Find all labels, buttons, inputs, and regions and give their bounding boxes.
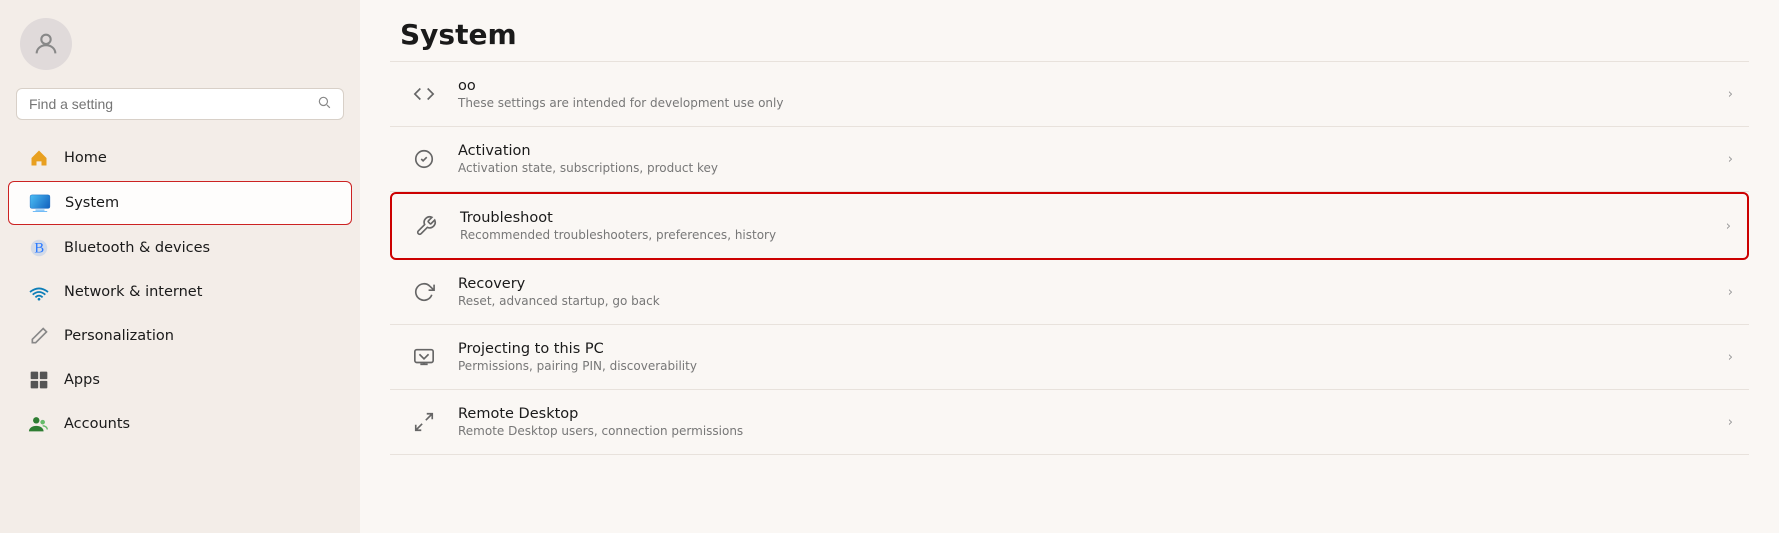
search-icon (317, 95, 331, 113)
sidebar-item-apps[interactable]: Apps (8, 359, 352, 401)
item-text-developer: oo These settings are intended for devel… (458, 78, 1712, 110)
chevron-icon-activation: › (1728, 152, 1733, 167)
settings-item-projecting[interactable]: Projecting to this PC Permissions, pairi… (390, 325, 1749, 390)
main-content: System oo These settings are intended fo… (360, 0, 1779, 533)
item-title-activation: Activation (458, 143, 1712, 159)
chevron-icon-recovery: › (1728, 285, 1733, 300)
settings-item-troubleshoot[interactable]: Troubleshoot Recommended troubleshooters… (390, 192, 1749, 260)
item-subtitle-troubleshoot: Recommended troubleshooters, preferences… (460, 228, 1710, 242)
sidebar-item-system[interactable]: System (8, 181, 352, 225)
item-text-recovery: Recovery Reset, advanced startup, go bac… (458, 276, 1712, 308)
main-header: System (360, 0, 1779, 61)
item-title-recovery: Recovery (458, 276, 1712, 292)
sidebar-item-network-label: Network & internet (64, 284, 202, 300)
projecting-icon (406, 339, 442, 375)
settings-item-recovery[interactable]: Recovery Reset, advanced startup, go bac… (390, 260, 1749, 325)
accounts-icon (28, 413, 50, 435)
sidebar-item-network[interactable]: Network & internet (8, 271, 352, 313)
sidebar-item-personalization-label: Personalization (64, 328, 174, 344)
home-icon (28, 147, 50, 169)
recovery-icon (406, 274, 442, 310)
item-text-activation: Activation Activation state, subscriptio… (458, 143, 1712, 175)
sidebar-header (0, 0, 360, 80)
check-circle-icon (406, 141, 442, 177)
sidebar-item-bluetooth[interactable]: B Bluetooth & devices (8, 227, 352, 269)
apps-icon (28, 369, 50, 391)
network-icon (28, 281, 50, 303)
chevron-icon-projecting: › (1728, 350, 1733, 365)
sidebar-item-home[interactable]: Home (8, 137, 352, 179)
item-title-developer: oo (458, 78, 1712, 94)
svg-text:B: B (34, 241, 44, 257)
bluetooth-icon: B (28, 237, 50, 259)
item-text-remote-desktop: Remote Desktop Remote Desktop users, con… (458, 406, 1712, 438)
item-title-troubleshoot: Troubleshoot (460, 210, 1710, 226)
item-text-projecting: Projecting to this PC Permissions, pairi… (458, 341, 1712, 373)
item-subtitle-developer: These settings are intended for developm… (458, 96, 1712, 110)
sidebar-item-personalization[interactable]: Personalization (8, 315, 352, 357)
sidebar-item-apps-label: Apps (64, 372, 100, 388)
item-title-remote-desktop: Remote Desktop (458, 406, 1712, 422)
item-subtitle-remote-desktop: Remote Desktop users, connection permiss… (458, 424, 1712, 438)
settings-item-activation[interactable]: Activation Activation state, subscriptio… (390, 127, 1749, 192)
item-title-projecting: Projecting to this PC (458, 341, 1712, 357)
item-subtitle-projecting: Permissions, pairing PIN, discoverabilit… (458, 359, 1712, 373)
chevron-icon-troubleshoot: › (1726, 219, 1731, 234)
chevron-icon-developer: › (1728, 87, 1733, 102)
dev-icon (406, 76, 442, 112)
wrench-icon (408, 208, 444, 244)
settings-item-remote-desktop[interactable]: Remote Desktop Remote Desktop users, con… (390, 390, 1749, 455)
remote-icon (406, 404, 442, 440)
item-subtitle-recovery: Reset, advanced startup, go back (458, 294, 1712, 308)
sidebar-item-accounts[interactable]: Accounts (8, 403, 352, 445)
search-box[interactable] (16, 88, 344, 120)
sidebar-item-home-label: Home (64, 150, 107, 166)
sidebar-item-system-label: System (65, 195, 119, 211)
page-title: System (400, 18, 1739, 51)
item-text-troubleshoot: Troubleshoot Recommended troubleshooters… (460, 210, 1710, 242)
system-icon (29, 192, 51, 214)
avatar[interactable] (20, 18, 72, 70)
sidebar-item-accounts-label: Accounts (64, 416, 130, 432)
sidebar: Home System B (0, 0, 360, 533)
settings-list: oo These settings are intended for devel… (360, 61, 1779, 485)
pencil-icon (28, 325, 50, 347)
search-input[interactable] (29, 96, 309, 112)
sidebar-item-bluetooth-label: Bluetooth & devices (64, 240, 210, 256)
settings-item-developer[interactable]: oo These settings are intended for devel… (390, 61, 1749, 127)
item-subtitle-activation: Activation state, subscriptions, product… (458, 161, 1712, 175)
chevron-icon-remote-desktop: › (1728, 415, 1733, 430)
